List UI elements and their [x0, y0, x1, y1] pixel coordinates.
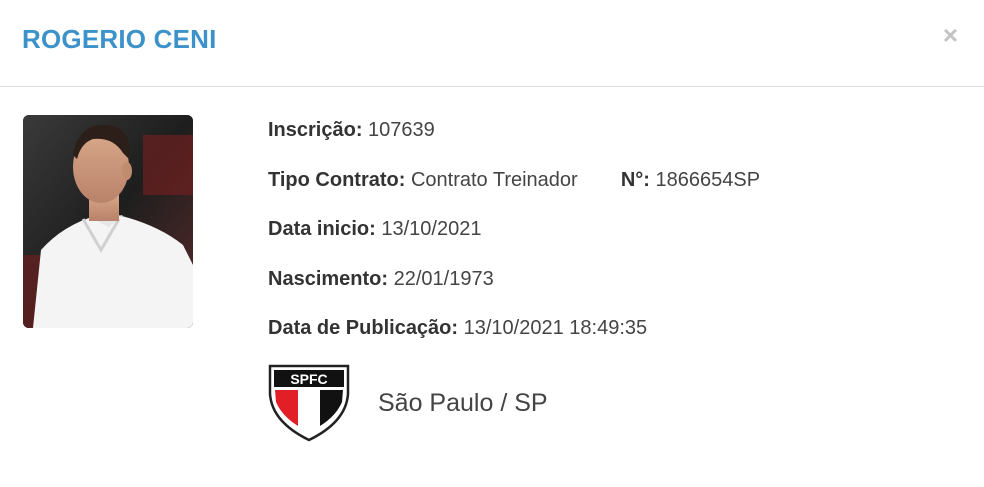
- detail-row-nascimento: Nascimento: 22/01/1973: [268, 265, 760, 315]
- close-icon[interactable]: ×: [943, 20, 958, 50]
- spfc-crest-icon: SPFC: [268, 364, 350, 442]
- page-title: ROGERIO CENI: [22, 24, 217, 54]
- modal-header: ROGERIO CENI ×: [0, 0, 984, 87]
- crest-text: SPFC: [290, 371, 327, 387]
- detail-label: Data inicio:: [268, 218, 376, 240]
- detail-label: Inscrição:: [268, 119, 363, 141]
- detail-row-tipo-contrato: Tipo Contrato: Contrato Treinador N°: 18…: [268, 166, 760, 216]
- close-button[interactable]: ×: [943, 22, 958, 48]
- club-name: São Paulo / SP: [378, 388, 548, 417]
- detail-row-data-publicacao: Data de Publicação: 13/10/2021 18:49:35: [268, 314, 760, 364]
- detail-value: 1866654SP: [655, 168, 761, 191]
- detail-row-data-inicio: Data inicio: 13/10/2021: [268, 215, 760, 265]
- detail-label: N°:: [620, 168, 650, 191]
- detail-label: Tipo Contrato:: [268, 168, 406, 191]
- contract-details: Inscrição: 107639 Tipo Contrato: Contrat…: [268, 116, 760, 364]
- detail-row-inscricao: Inscrição: 107639: [268, 116, 760, 166]
- detail-value: 13/10/2021 18:49:35: [463, 317, 648, 339]
- club-info: SPFC São Paulo / SP: [268, 364, 548, 442]
- player-modal: ROGERIO CENI × Inscrição: 107639 Tipo Co…: [0, 0, 984, 487]
- detail-value: 22/01/1973: [393, 267, 494, 290]
- detail-value: Contrato Treinador: [410, 168, 578, 191]
- detail-value: 107639: [368, 119, 435, 141]
- player-photo: [23, 115, 193, 328]
- detail-label: Data de Publicação:: [268, 317, 459, 339]
- detail-label: Nascimento:: [268, 267, 389, 290]
- detail-value: 13/10/2021: [381, 218, 482, 240]
